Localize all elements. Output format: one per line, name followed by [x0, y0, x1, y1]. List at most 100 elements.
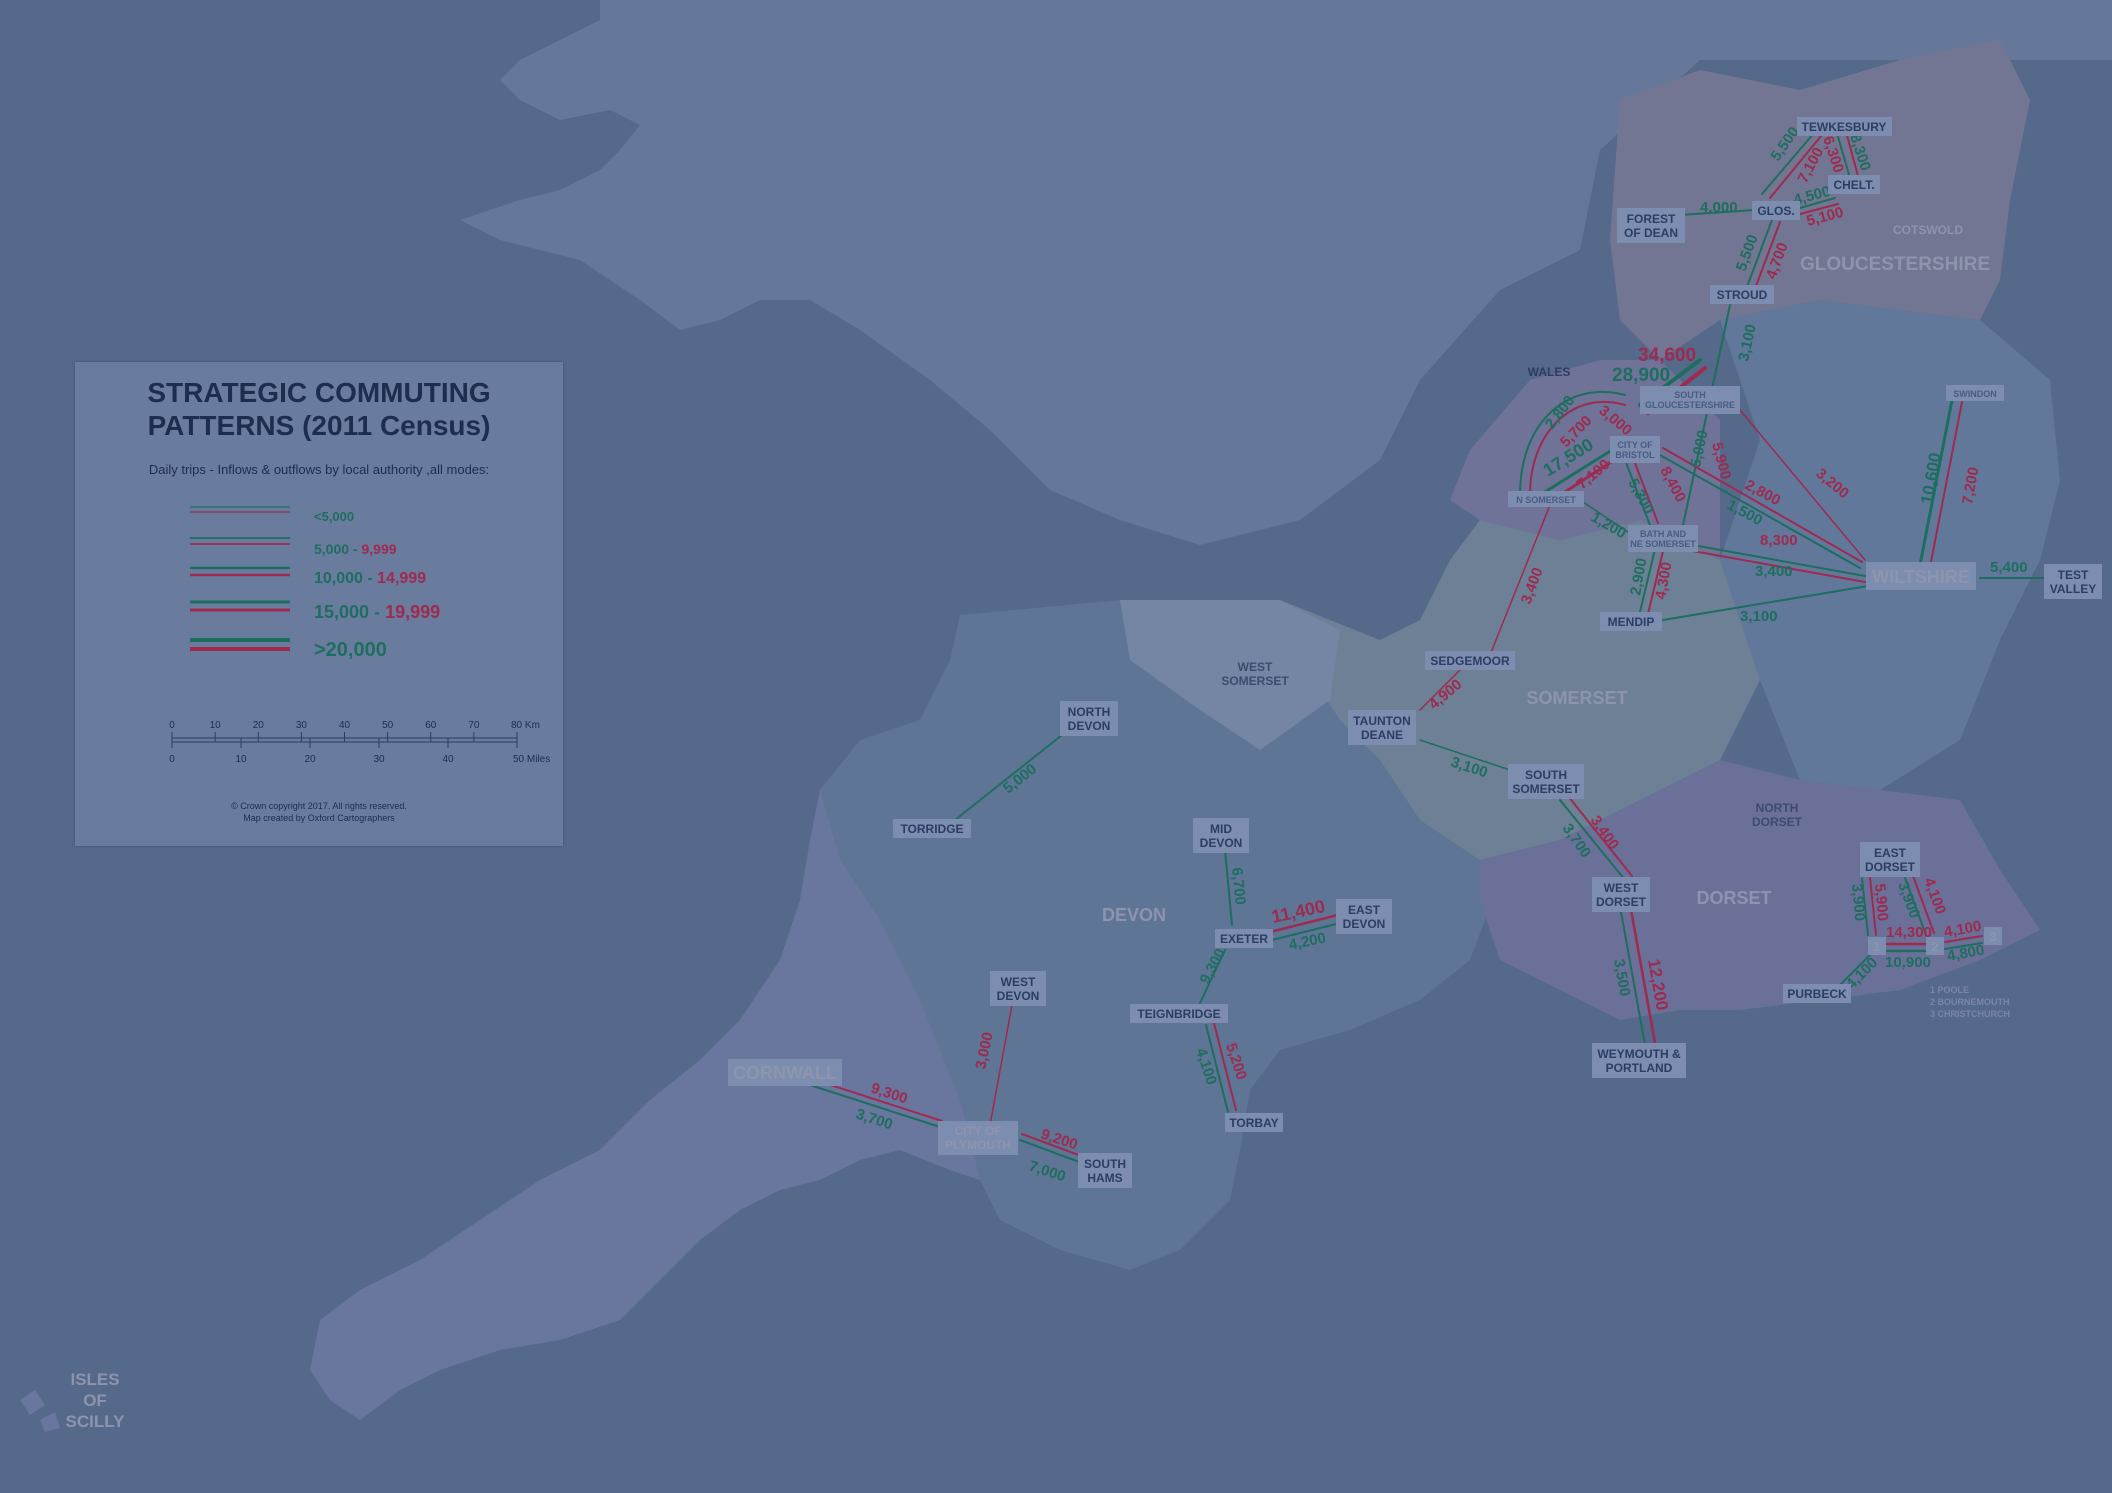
- flow-label: 34,600: [1638, 345, 1696, 366]
- place-n-somerset: N SOMERSET: [1516, 495, 1576, 505]
- legend-sample-20000: [190, 638, 290, 651]
- place-west-devon-line2: DEVON: [997, 989, 1040, 1003]
- legend-row-3-green: 10,000 -: [314, 570, 378, 587]
- legend-row-4: 15,000 - 19,999: [314, 602, 440, 623]
- place-tewkesbury: TEWKESBURY: [1802, 120, 1887, 134]
- legend-row-1: <5,000: [314, 509, 354, 524]
- flow-label: 3,900: [1848, 883, 1868, 922]
- place-south-glos-line2: GLOUCESTERSHIRE: [1645, 400, 1735, 410]
- place-south-somerset-line2: SOMERSET: [1512, 782, 1580, 796]
- place-plymouth-line1: CITY OF: [954, 1124, 1001, 1138]
- legend-row-5: >20,000: [314, 639, 387, 662]
- place-exeter: EXETER: [1220, 932, 1268, 946]
- legend-row-3: 10,000 - 14,999: [314, 570, 426, 588]
- place-weymouth-line2: PORTLAND: [1606, 1061, 1673, 1075]
- mile-tick-label: 30: [373, 754, 385, 765]
- copyright-line2: Map created by Oxford Cartographers: [243, 813, 395, 823]
- region-devon: DEVON: [1102, 905, 1166, 925]
- legend-row-5-value: >20,000: [314, 639, 387, 661]
- place-east-dorset-line2: DORSET: [1865, 860, 1916, 874]
- legend-title: STRATEGIC COMMUTING PATTERNS (2011 Censu…: [75, 376, 563, 442]
- place-glos: GLOS.: [1757, 204, 1794, 218]
- flow-label: 3,100: [1740, 608, 1778, 625]
- place-cornwall: CORNWALL: [733, 1063, 837, 1083]
- key-poole: 1 POOLE: [1930, 985, 1969, 995]
- km-tick-label: 50: [382, 720, 394, 731]
- place-east-devon-line2: DEVON: [1343, 917, 1386, 931]
- flow-label: 14,300: [1886, 924, 1932, 941]
- flow-label: 5,900: [1871, 883, 1891, 922]
- legend-sample-10000: [190, 566, 290, 577]
- place-torridge: TORRIDGE: [900, 822, 963, 836]
- km-tick-label: 20: [253, 720, 265, 731]
- legend-row-4-red: 19,999: [385, 602, 441, 622]
- km-tick-label: 40: [339, 720, 351, 731]
- region-west-somerset-line1: WEST: [1238, 660, 1273, 674]
- flow-label: 8,300: [1760, 532, 1798, 549]
- place-north-devon-line1: NORTH: [1068, 705, 1111, 719]
- mile-tick-label: 20: [304, 754, 316, 765]
- place-forest-of-dean-line1: FOREST: [1627, 212, 1676, 226]
- mile-tick-label: 0: [169, 754, 175, 765]
- place-south-hams-line2: HAMS: [1087, 1171, 1122, 1185]
- legend-sample-lt5000: [190, 506, 290, 513]
- place-num-1: 1: [1874, 940, 1881, 954]
- place-stroud: STROUD: [1717, 288, 1768, 302]
- km-tick-label: 80 Km: [511, 720, 540, 731]
- place-sedgemoor: SEDGEMOOR: [1430, 654, 1510, 668]
- place-east-dorset-line1: EAST: [1874, 846, 1907, 860]
- legend-row-2-green: 5,000 -: [314, 541, 362, 557]
- place-west-dorset-line1: WEST: [1604, 881, 1639, 895]
- km-tick-label: 30: [296, 720, 308, 731]
- place-weymouth-line1: WEYMOUTH &: [1597, 1047, 1681, 1061]
- legend-row-2: 5,000 - 9,999: [314, 541, 397, 557]
- place-test-valley-line1: TEST: [2058, 568, 2089, 582]
- scale-km-ticks: 0 10 20 30 40 50 60 70 80 Km: [169, 720, 540, 742]
- mile-tick-label: 10: [235, 754, 247, 765]
- isles-of-scilly: [20, 1390, 60, 1432]
- region-isles-line2: OF: [83, 1391, 107, 1410]
- region-north-dorset-line2: DORSET: [1752, 815, 1803, 829]
- place-mid-devon-line1: MID: [1210, 822, 1232, 836]
- place-south-glos-line1: SOUTH: [1674, 390, 1706, 400]
- flow-label: 28,900: [1612, 365, 1670, 386]
- flow-label: 10,900: [1885, 954, 1931, 971]
- region-dorset: DORSET: [1696, 888, 1771, 908]
- mile-tick-label: 40: [442, 754, 454, 765]
- legend-copyright: © Crown copyright 2017. All rights reser…: [75, 800, 563, 824]
- legend-row-4-green: 15,000 -: [314, 602, 386, 622]
- region-somerset: SOMERSET: [1526, 688, 1627, 708]
- place-torbay: TORBAY: [1229, 1116, 1278, 1130]
- key-christchurch: 3 CHRISTCHURCH: [1930, 1009, 2010, 1019]
- km-tick-label: 10: [210, 720, 222, 731]
- place-bristol-line1: CITY OF: [1617, 440, 1653, 450]
- legend-row-3-red: 14,999: [377, 570, 427, 587]
- place-taunton-line2: DEANE: [1361, 728, 1403, 742]
- legend-row-1-value: <5,000: [314, 509, 355, 524]
- scale-bar: 0 10 20 30 40 50 60 70 80 Km 0 10 20 30 40 50 Miles: [169, 720, 550, 765]
- km-tick-label: 60: [425, 720, 437, 731]
- place-mid-devon-line2: DEVON: [1200, 836, 1243, 850]
- legend-title-line1: STRATEGIC COMMUTING: [147, 377, 491, 408]
- copyright-line1: © Crown copyright 2017. All rights reser…: [231, 801, 407, 811]
- legend-line-samples: [190, 506, 290, 651]
- region-gloucestershire: GLOUCESTERSHIRE: [1800, 254, 1990, 275]
- legend-title-line2: PATTERNS (2011 Census): [147, 410, 491, 441]
- place-purbeck: PURBECK: [1787, 987, 1847, 1001]
- mile-tick-label: 50 Miles: [513, 754, 550, 765]
- flow-label: 5,400: [1990, 559, 2028, 576]
- place-wales: WALES: [1528, 365, 1571, 379]
- place-bath-line2: NE SOMERSET: [1630, 539, 1696, 549]
- place-north-devon-line2: DEVON: [1068, 719, 1111, 733]
- legend-sample-15000: [190, 600, 290, 612]
- flow-label: 4,000: [1700, 199, 1738, 216]
- place-south-hams-line1: SOUTH: [1084, 1157, 1126, 1171]
- place-wiltshire: WILTSHIRE: [1872, 567, 1970, 587]
- legend-row-2-red: 9,999: [361, 541, 397, 557]
- place-test-valley-line2: VALLEY: [2050, 582, 2096, 596]
- place-num-3: 3: [1990, 930, 1997, 944]
- place-bristol-line2: BRISTOL: [1615, 450, 1655, 460]
- flow-label: 3,400: [1755, 563, 1793, 580]
- key-bournemouth: 2 BOURNEMOUTH: [1930, 997, 2010, 1007]
- km-tick-label: 70: [468, 720, 480, 731]
